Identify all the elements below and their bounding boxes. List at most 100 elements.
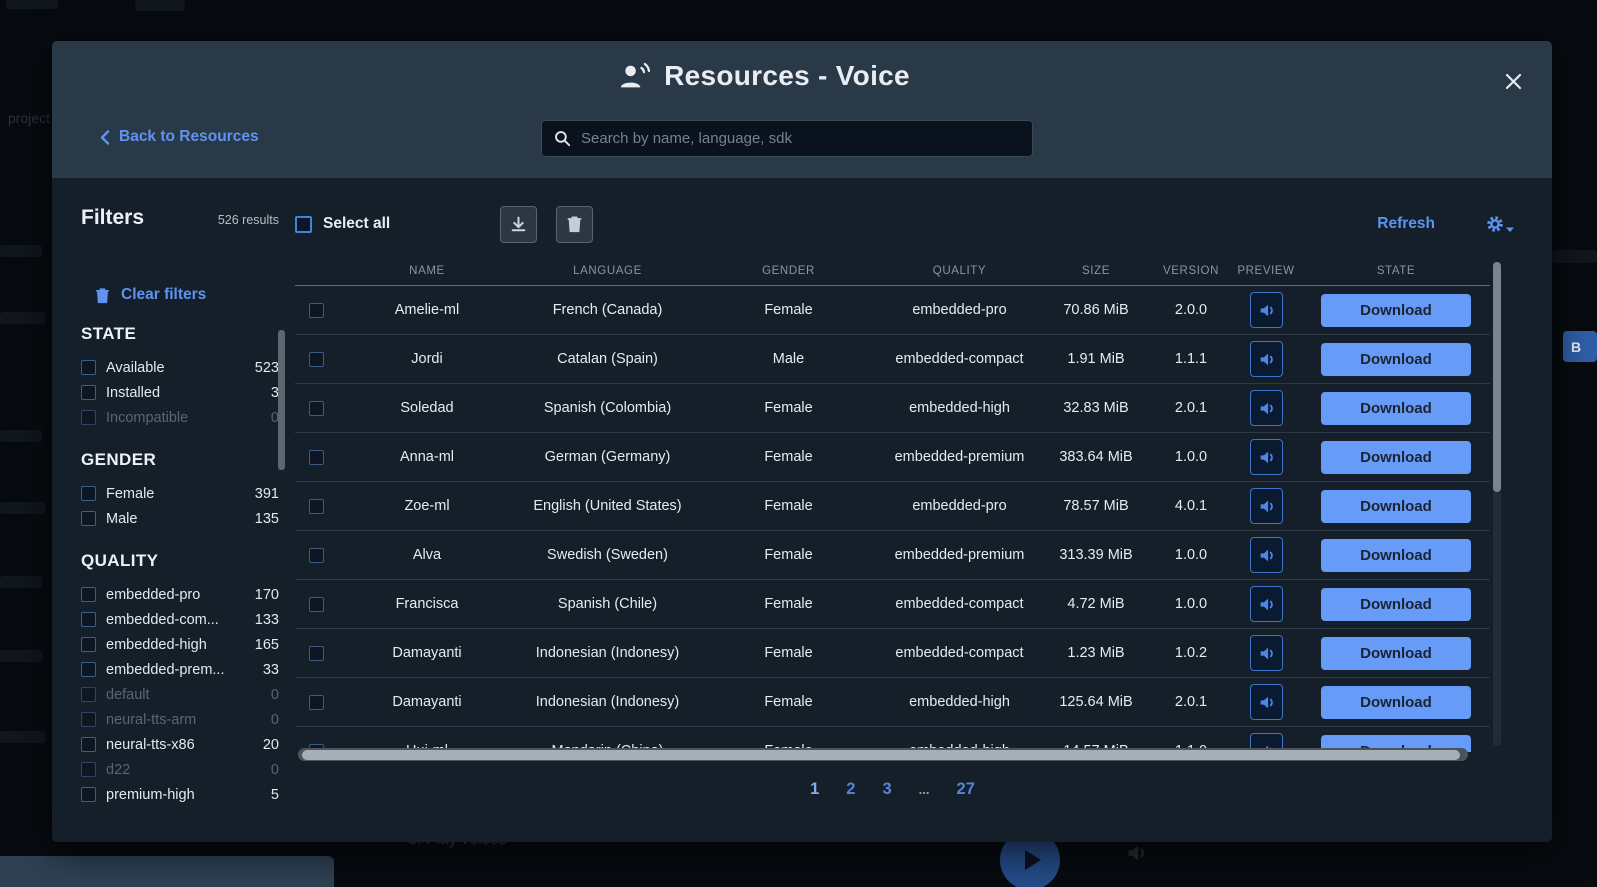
filter-option[interactable]: neural-tts-arm 0 (81, 707, 279, 732)
background-dim-item (0, 731, 46, 743)
horizontal-scrollbar[interactable] (298, 748, 1468, 761)
voice-version: 1.0.2 (1152, 629, 1230, 677)
select-all[interactable]: Select all (295, 215, 390, 233)
pagination-page-1[interactable]: 1 (810, 780, 819, 799)
filter-option[interactable]: embedded-prem... 33 (81, 657, 279, 682)
download-button[interactable]: Download (1321, 392, 1471, 425)
filter-checkbox[interactable] (81, 662, 96, 677)
filter-checkbox[interactable] (81, 511, 96, 526)
filter-checkbox[interactable] (81, 737, 96, 752)
filter-option[interactable]: Incompatible 0 (81, 405, 279, 430)
download-selected-button[interactable] (500, 206, 537, 243)
preview-voice-button[interactable] (1250, 586, 1283, 622)
filter-option[interactable]: Installed 3 (81, 380, 279, 405)
download-button[interactable]: Download (1321, 343, 1471, 376)
filter-option[interactable]: d22 0 (81, 757, 279, 782)
download-button[interactable]: Download (1321, 441, 1471, 474)
row-checkbox[interactable] (309, 352, 324, 367)
voice-name: Alva (337, 531, 517, 579)
clear-filters-link[interactable]: Clear filters (95, 286, 279, 304)
back-link-label: Back to Resources (119, 128, 259, 146)
filters-scrollbar[interactable] (278, 330, 285, 470)
row-checkbox[interactable] (309, 597, 324, 612)
download-button[interactable]: Download (1321, 686, 1471, 719)
row-checkbox[interactable] (309, 646, 324, 661)
filter-checkbox[interactable] (81, 787, 96, 802)
pagination-page-2[interactable]: 2 (846, 780, 855, 799)
filter-option[interactable]: Available 523 (81, 355, 279, 380)
filter-option-count: 0 (271, 712, 279, 728)
voice-quality: embedded-compact (879, 629, 1040, 677)
row-checkbox[interactable] (309, 695, 324, 710)
preview-voice-button[interactable] (1250, 488, 1283, 524)
row-checkbox[interactable] (309, 499, 324, 514)
filter-checkbox[interactable] (81, 637, 96, 652)
row-checkbox[interactable] (309, 450, 324, 465)
preview-voice-button[interactable] (1250, 537, 1283, 573)
pagination-page-3[interactable]: 3 (882, 780, 891, 799)
download-button[interactable]: Download (1321, 588, 1471, 621)
filter-checkbox[interactable] (81, 385, 96, 400)
table-row: Anna-ml German (Germany) Female embedded… (295, 433, 1490, 482)
row-checkbox[interactable] (309, 548, 324, 563)
filter-option-count: 135 (255, 511, 279, 527)
preview-voice-button[interactable] (1250, 439, 1283, 475)
voice-quality: embedded-premium (879, 433, 1040, 481)
voice-version: 2.0.1 (1152, 384, 1230, 432)
voice-version: 2.0.0 (1152, 286, 1230, 334)
pagination-page-27[interactable]: 27 (957, 780, 975, 799)
preview-voice-button[interactable] (1250, 390, 1283, 426)
select-all-checkbox[interactable] (295, 216, 312, 233)
filter-checkbox[interactable] (81, 762, 96, 777)
title-row: Resources - Voice (52, 60, 1552, 92)
preview-voice-button[interactable] (1250, 684, 1283, 720)
delete-selected-button[interactable] (556, 206, 593, 243)
close-button[interactable] (1500, 68, 1526, 94)
row-checkbox[interactable] (309, 303, 324, 318)
filter-checkbox[interactable] (81, 712, 96, 727)
horizontal-scrollbar-thumb[interactable] (302, 750, 1460, 760)
column-header-version: VERSION (1152, 257, 1230, 285)
download-button[interactable]: Download (1321, 539, 1471, 572)
filter-checkbox[interactable] (81, 360, 96, 375)
background-dim-item (0, 312, 46, 324)
filter-checkbox[interactable] (81, 687, 96, 702)
download-button[interactable]: Download (1321, 637, 1471, 670)
column-header-state: STATE (1302, 257, 1490, 285)
preview-voice-button[interactable] (1250, 341, 1283, 377)
filter-checkbox[interactable] (81, 486, 96, 501)
vertical-scrollbar[interactable] (1493, 262, 1501, 746)
background-dim-item (1552, 250, 1597, 263)
preview-voice-button[interactable] (1250, 635, 1283, 671)
filter-checkbox[interactable] (81, 587, 96, 602)
row-checkbox[interactable] (309, 401, 324, 416)
filter-checkbox[interactable] (81, 612, 96, 627)
voice-name: Francisca (337, 580, 517, 628)
voice-language: Catalan (Spain) (517, 335, 698, 383)
download-button[interactable]: Download (1321, 490, 1471, 523)
filter-option-label: premium-high (106, 787, 195, 803)
download-button[interactable]: Download (1321, 294, 1471, 327)
vertical-scrollbar-thumb[interactable] (1493, 262, 1501, 492)
voice-gender: Male (698, 335, 879, 383)
background-sidebar-label: project (8, 110, 50, 126)
filter-section: STATE Available 523 Installed 3 Incompat… (81, 324, 279, 430)
select-all-label: Select all (323, 215, 390, 233)
search-input[interactable] (581, 130, 1020, 147)
back-to-resources-link[interactable]: Back to Resources (100, 128, 259, 146)
filter-option[interactable]: embedded-com... 133 (81, 607, 279, 632)
preview-voice-button[interactable] (1250, 292, 1283, 328)
table-row: Zoe-ml English (United States) Female em… (295, 482, 1490, 531)
filter-option[interactable]: neural-tts-x86 20 (81, 732, 279, 757)
filter-option[interactable]: embedded-high 165 (81, 632, 279, 657)
table-settings-button[interactable] (1485, 214, 1515, 234)
filter-option[interactable]: Male 135 (81, 506, 279, 531)
filter-option[interactable]: embedded-pro 170 (81, 582, 279, 607)
filter-option-label: neural-tts-x86 (106, 737, 195, 753)
filter-checkbox[interactable] (81, 410, 96, 425)
refresh-link[interactable]: Refresh (1377, 215, 1435, 233)
filter-option[interactable]: premium-high 5 (81, 782, 279, 807)
filter-option[interactable]: Female 391 (81, 481, 279, 506)
table-toolbar: Select all Refresh (295, 204, 1517, 244)
filter-option[interactable]: default 0 (81, 682, 279, 707)
